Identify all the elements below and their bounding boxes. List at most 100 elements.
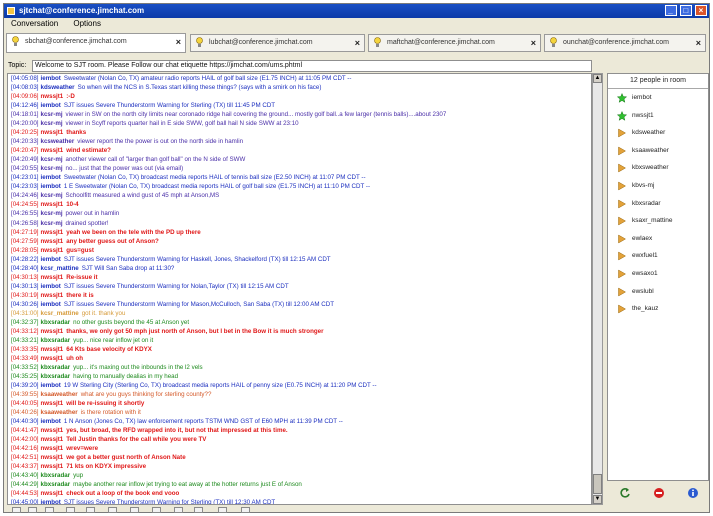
- chat-nick[interactable]: iembot: [41, 256, 61, 263]
- person-item[interactable]: kbvs-mj: [608, 177, 708, 195]
- emoticon-icon[interactable]: [241, 507, 250, 513]
- person-item[interactable]: kdsweather: [608, 124, 708, 142]
- chat-nick[interactable]: kbxsradar: [41, 481, 71, 488]
- person-item[interactable]: ewslubl: [608, 283, 708, 301]
- info-icon[interactable]: [687, 487, 699, 499]
- menu-conversation[interactable]: Conversation: [11, 19, 58, 28]
- refresh-icon[interactable]: [619, 487, 631, 499]
- person-item[interactable]: ewsaxo1: [608, 265, 708, 283]
- chat-nick[interactable]: nwssjt1: [41, 454, 64, 461]
- person-item[interactable]: iembot: [608, 89, 708, 107]
- chat-nick[interactable]: nwssjt1: [41, 355, 64, 362]
- chat-nick[interactable]: kdsweather: [41, 84, 75, 91]
- bold-icon[interactable]: [12, 507, 21, 513]
- chat-nick[interactable]: kcsr-mj: [41, 156, 63, 163]
- tab-close-icon[interactable]: ×: [176, 34, 181, 50]
- chat-nick[interactable]: nwssjt1: [41, 229, 64, 236]
- chat-nick[interactable]: nwssjt1: [41, 247, 64, 254]
- chat-scrollbar[interactable]: ▲ ▼: [592, 73, 603, 505]
- chat-nick[interactable]: nwssjt1: [41, 400, 64, 407]
- chat-nick[interactable]: kcsr-mj: [41, 192, 63, 199]
- person-item[interactable]: nwssjt1: [608, 107, 708, 125]
- topic-input[interactable]: Welcome to SJT room. Please Follow our c…: [32, 60, 592, 72]
- chat-nick[interactable]: kbxsradar: [41, 337, 71, 344]
- minimize-button[interactable]: _: [664, 5, 677, 16]
- member-arrow-icon: [618, 234, 627, 244]
- chat-nick[interactable]: nwssjt1: [41, 436, 64, 443]
- chat-nick[interactable]: iembot: [41, 75, 61, 82]
- chat-nick[interactable]: kcsr-mj: [41, 120, 63, 127]
- tab-lubchat[interactable]: lubchat@conference.jimchat.com ×: [190, 34, 365, 52]
- chat-nick[interactable]: nwssjt1: [41, 129, 64, 136]
- person-item[interactable]: ksaaweather: [608, 142, 708, 160]
- chat-nick[interactable]: iembot: [41, 183, 61, 190]
- chat-nick[interactable]: ksaaweather: [41, 391, 78, 398]
- font-icon[interactable]: [66, 507, 75, 513]
- chat-nick[interactable]: kcsr_mattine: [41, 265, 79, 272]
- image-icon[interactable]: [130, 507, 139, 513]
- italic-icon[interactable]: [28, 507, 37, 513]
- chat-nick[interactable]: iembot: [41, 382, 61, 389]
- tab-close-icon[interactable]: ×: [531, 35, 536, 51]
- maximize-button[interactable]: □: [679, 5, 692, 16]
- chat-nick[interactable]: nwssjt1: [41, 147, 64, 154]
- chat-nick[interactable]: nwssjt1: [41, 328, 64, 335]
- chat-nick[interactable]: kcsr-mj: [41, 165, 63, 172]
- log-icon[interactable]: [218, 507, 227, 513]
- person-item[interactable]: kbxsweather: [608, 159, 708, 177]
- chat-nick[interactable]: ksaaweather: [41, 409, 78, 416]
- close-button[interactable]: ×: [695, 5, 707, 16]
- chat-nick[interactable]: iembot: [41, 301, 61, 308]
- chat-nick[interactable]: kcsr-mj: [41, 111, 63, 118]
- chat-log[interactable]: [04:05:08] iembot Sweetwater (Nolan Co, TX…: [7, 73, 592, 505]
- chat-nick[interactable]: kcsweather: [41, 138, 75, 145]
- chat-nick[interactable]: kcsr_mattine: [41, 310, 79, 317]
- person-item[interactable]: the_kauz: [608, 300, 708, 318]
- chat-nick[interactable]: kbxsradar: [41, 472, 71, 479]
- chat-nick[interactable]: nwssjt1: [41, 201, 64, 208]
- tab-close-icon[interactable]: ×: [355, 35, 360, 51]
- tab-maftchat[interactable]: maftchat@conference.jimchat.com ×: [368, 34, 541, 52]
- underline-icon[interactable]: [45, 507, 54, 513]
- chat-nick[interactable]: iembot: [41, 174, 61, 181]
- chat-nick[interactable]: kbxsradar: [41, 319, 71, 326]
- person-item[interactable]: kbxsradar: [608, 195, 708, 213]
- chat-nick[interactable]: nwssjt1: [41, 463, 64, 470]
- menu-bar: Conversation Options: [4, 18, 709, 30]
- person-name: kdsweather: [632, 129, 666, 137]
- person-item[interactable]: ewlaex: [608, 230, 708, 248]
- scroll-up-arrow-icon[interactable]: ▲: [593, 74, 602, 83]
- smiley-icon[interactable]: [152, 507, 161, 513]
- scroll-thumb[interactable]: [593, 474, 602, 494]
- attach-icon[interactable]: [174, 507, 183, 513]
- chat-nick[interactable]: nwssjt1: [41, 292, 64, 299]
- person-item[interactable]: ksaxr_mattine: [608, 212, 708, 230]
- chat-nick[interactable]: iembot: [41, 499, 61, 504]
- scroll-down-arrow-icon[interactable]: ▼: [593, 495, 602, 504]
- chat-nick[interactable]: nwssjt1: [41, 445, 64, 452]
- chat-nick[interactable]: iembot: [41, 283, 61, 290]
- tab-sbchat[interactable]: sbchat@conference.jimchat.com ×: [6, 33, 186, 53]
- tab-ounchat[interactable]: ounchat@conference.jimchat.com ×: [544, 34, 706, 52]
- chat-nick[interactable]: nwssjt1: [41, 427, 64, 434]
- chat-nick[interactable]: iembot: [41, 418, 61, 425]
- chat-line: [04:43:37] nwssjt1 71 kts on KDYX impressi…: [8, 462, 591, 471]
- menu-options[interactable]: Options: [73, 19, 101, 28]
- chat-nick[interactable]: nwssjt1: [41, 274, 64, 281]
- person-item[interactable]: ewxfuel1: [608, 247, 708, 265]
- chat-nick[interactable]: kcsr-mj: [41, 210, 63, 217]
- chat-nick[interactable]: nwssjt1: [41, 93, 64, 100]
- settings-icon[interactable]: [194, 507, 203, 513]
- chat-nick[interactable]: nwssjt1: [41, 490, 64, 497]
- chat-timestamp: [04:26:58]: [11, 219, 39, 227]
- link-icon[interactable]: [108, 507, 117, 513]
- block-icon[interactable]: [653, 487, 665, 499]
- chat-nick[interactable]: nwssjt1: [41, 346, 64, 353]
- chat-nick[interactable]: nwssjt1: [41, 238, 64, 245]
- chat-nick[interactable]: kcsr-mj: [41, 220, 63, 227]
- chat-nick[interactable]: iembot: [41, 102, 61, 109]
- chat-nick[interactable]: kbxsradar: [41, 373, 71, 380]
- chat-nick[interactable]: kbxsradar: [41, 364, 71, 371]
- color-icon[interactable]: [86, 507, 95, 513]
- tab-close-icon[interactable]: ×: [696, 35, 701, 51]
